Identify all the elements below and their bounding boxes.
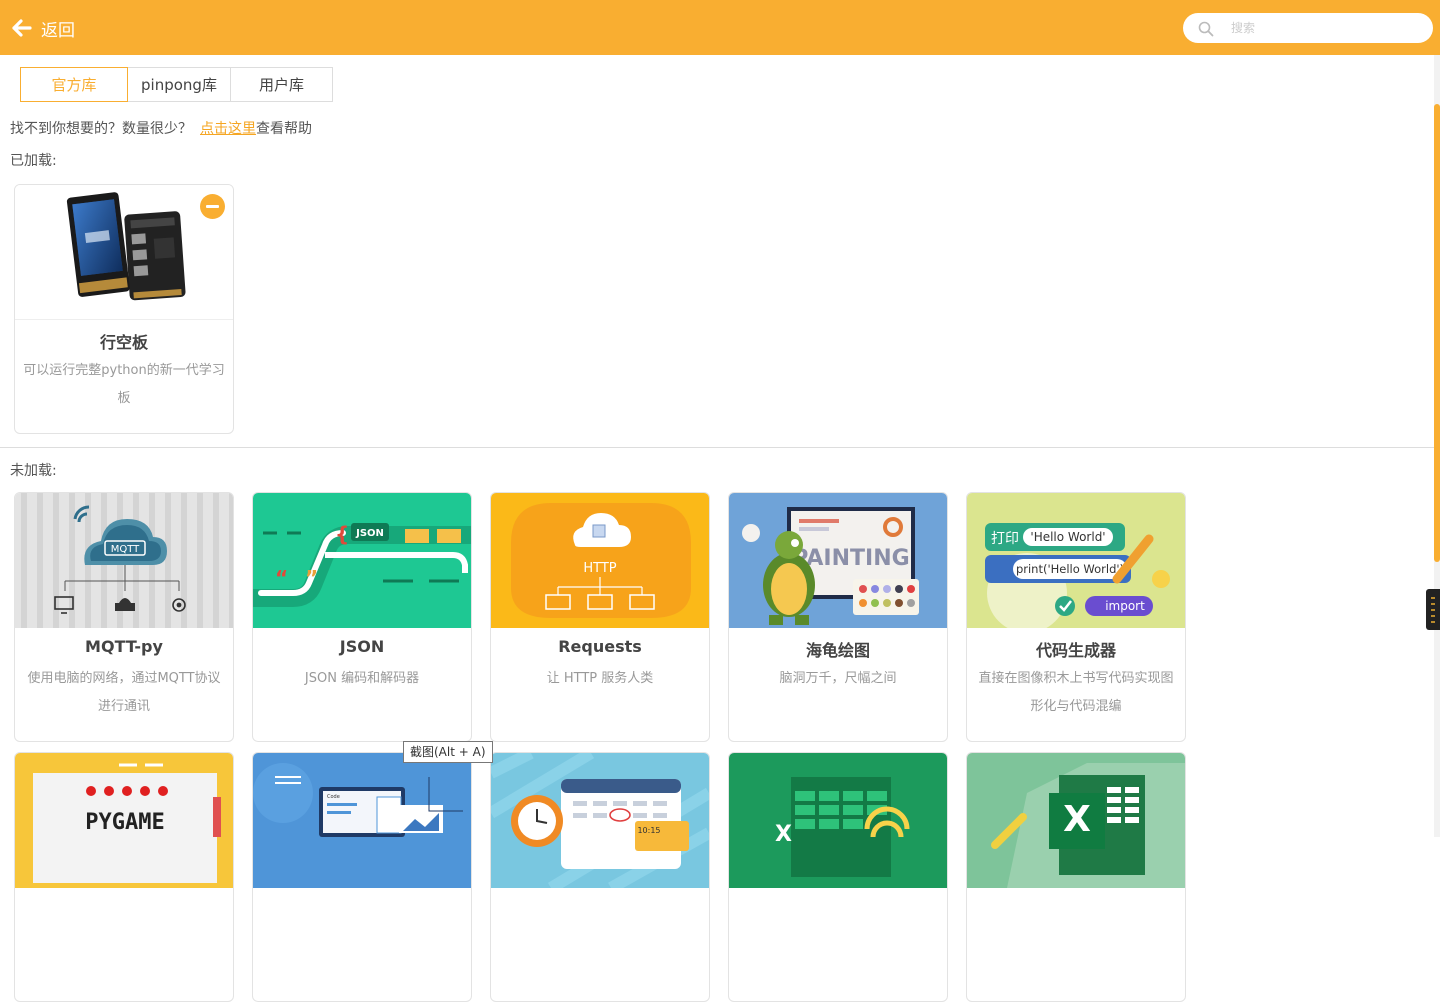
back-button[interactable]: 返回 xyxy=(12,14,75,42)
pygame-image: PYGAME xyxy=(15,753,233,888)
card-title: 代码生成器 xyxy=(1035,641,1116,660)
code-gen-text-hello: 'Hello World' xyxy=(1030,530,1105,544)
tab-official-library[interactable]: 官方库 xyxy=(20,67,128,102)
svg-text:”: ” xyxy=(305,566,318,590)
svg-text:{: { xyxy=(335,522,349,546)
card-description: 脑洞万千，尺幅之间 xyxy=(779,671,897,686)
card-description: 让 HTTP 服务人类 xyxy=(546,671,654,686)
card-title: JSON xyxy=(339,637,385,656)
section-divider xyxy=(0,447,1434,448)
excel-image-text: X xyxy=(1063,799,1091,840)
unloaded-section-label: 未加载: xyxy=(10,463,57,479)
card-description: 使用电脑的网络，通过MQTT协议进行通讯 xyxy=(27,671,221,714)
tab-user-library[interactable]: 用户库 xyxy=(230,67,333,102)
card-description: 可以运行完整python的新一代学习板 xyxy=(23,363,225,406)
help-prefix: 找不到你想要的？数量很少？ xyxy=(10,121,192,137)
http-image-text: HTTP xyxy=(583,561,616,576)
library-card-unihiker[interactable]: 行空板 可以运行完整python的新一代学习板 xyxy=(14,184,234,434)
help-suffix: 查看帮助 xyxy=(256,121,312,137)
library-card-calendar[interactable]: 10:15 xyxy=(490,752,710,1002)
json-image: JSON { “ ” xyxy=(253,493,471,628)
mqtt-cloud-image: MQTT xyxy=(15,493,233,628)
card-title: Requests xyxy=(558,637,642,656)
excel-wifi-image: X xyxy=(729,753,947,888)
help-line: 找不到你想要的？数量很少？ 点击这里查看帮助 xyxy=(10,118,312,138)
library-card-excel[interactable]: X xyxy=(966,752,1186,1002)
code-gen-text-import: import xyxy=(1105,599,1145,613)
library-card-pygame[interactable]: PYGAME xyxy=(14,752,234,1002)
card-description: JSON 编码和解码器 xyxy=(304,671,420,686)
library-card-turtle[interactable]: PAINTING 海龟绘图 脑洞万千，尺幅之间 xyxy=(728,492,948,742)
mqtt-image-text: MQTT xyxy=(111,544,140,555)
turtle-painting-image: PAINTING xyxy=(729,493,947,628)
loaded-section-label: 已加载: xyxy=(10,153,57,169)
library-card-excel-wifi[interactable]: X xyxy=(728,752,948,1002)
top-bar: 返回 xyxy=(0,0,1440,55)
help-link[interactable]: 点击这里 xyxy=(200,121,256,137)
code-generator-image: 打印 'Hello World' print('Hello World') im… xyxy=(967,493,1185,628)
tab-pinpong-library[interactable]: pinpong库 xyxy=(127,67,231,102)
card-title: 行空板 xyxy=(99,333,148,352)
code-gen-text-print-en: print('Hello World') xyxy=(1016,562,1124,576)
remove-library-button[interactable] xyxy=(200,194,225,219)
scrollbar-thumb[interactable] xyxy=(1434,104,1440,562)
library-card-json[interactable]: JSON { “ ” JSON JSON 编码和解码器 xyxy=(252,492,472,742)
calendar-clock-image: 10:15 xyxy=(491,753,709,888)
http-cloud-image: HTTP xyxy=(491,493,709,628)
excel-image: X xyxy=(967,753,1185,888)
gui-designer-image: Code xyxy=(253,753,471,888)
card-title: MQTT-py xyxy=(85,637,163,656)
json-image-text: JSON xyxy=(355,528,384,539)
card-description: 直接在图像积木上书写代码实现图形化与代码混编 xyxy=(978,671,1174,714)
arrow-left-icon xyxy=(12,19,32,37)
excel-wifi-image-text: X xyxy=(775,822,792,847)
library-card-gui[interactable]: Code xyxy=(252,752,472,1002)
library-card-code-generator[interactable]: 打印 'Hello World' print('Hello World') im… xyxy=(966,492,1186,742)
pygame-image-text: PYGAME xyxy=(85,810,164,835)
svg-text:“: “ xyxy=(275,566,288,590)
search-icon xyxy=(1198,21,1214,37)
side-widget[interactable] xyxy=(1426,589,1440,630)
search-box[interactable] xyxy=(1183,13,1433,43)
screenshot-tooltip: 截图(Alt + A) xyxy=(403,741,493,763)
gui-image-text: Code xyxy=(327,794,340,800)
code-gen-text-print-cn: 打印 xyxy=(991,530,1019,547)
library-tabs: 官方库 pinpong库 用户库 xyxy=(20,67,333,102)
calendar-image-text: 10:15 xyxy=(637,826,660,835)
library-card-mqtt-py[interactable]: MQTT MQTT-py 使用电脑的网络，通过MQTT协议进行通讯 xyxy=(14,492,234,742)
back-label: 返回 xyxy=(41,20,75,41)
library-card-requests[interactable]: HTTP Requests 让 HTTP 服务人类 xyxy=(490,492,710,742)
card-title: 海龟绘图 xyxy=(805,641,870,660)
search-input[interactable] xyxy=(1231,18,1421,38)
